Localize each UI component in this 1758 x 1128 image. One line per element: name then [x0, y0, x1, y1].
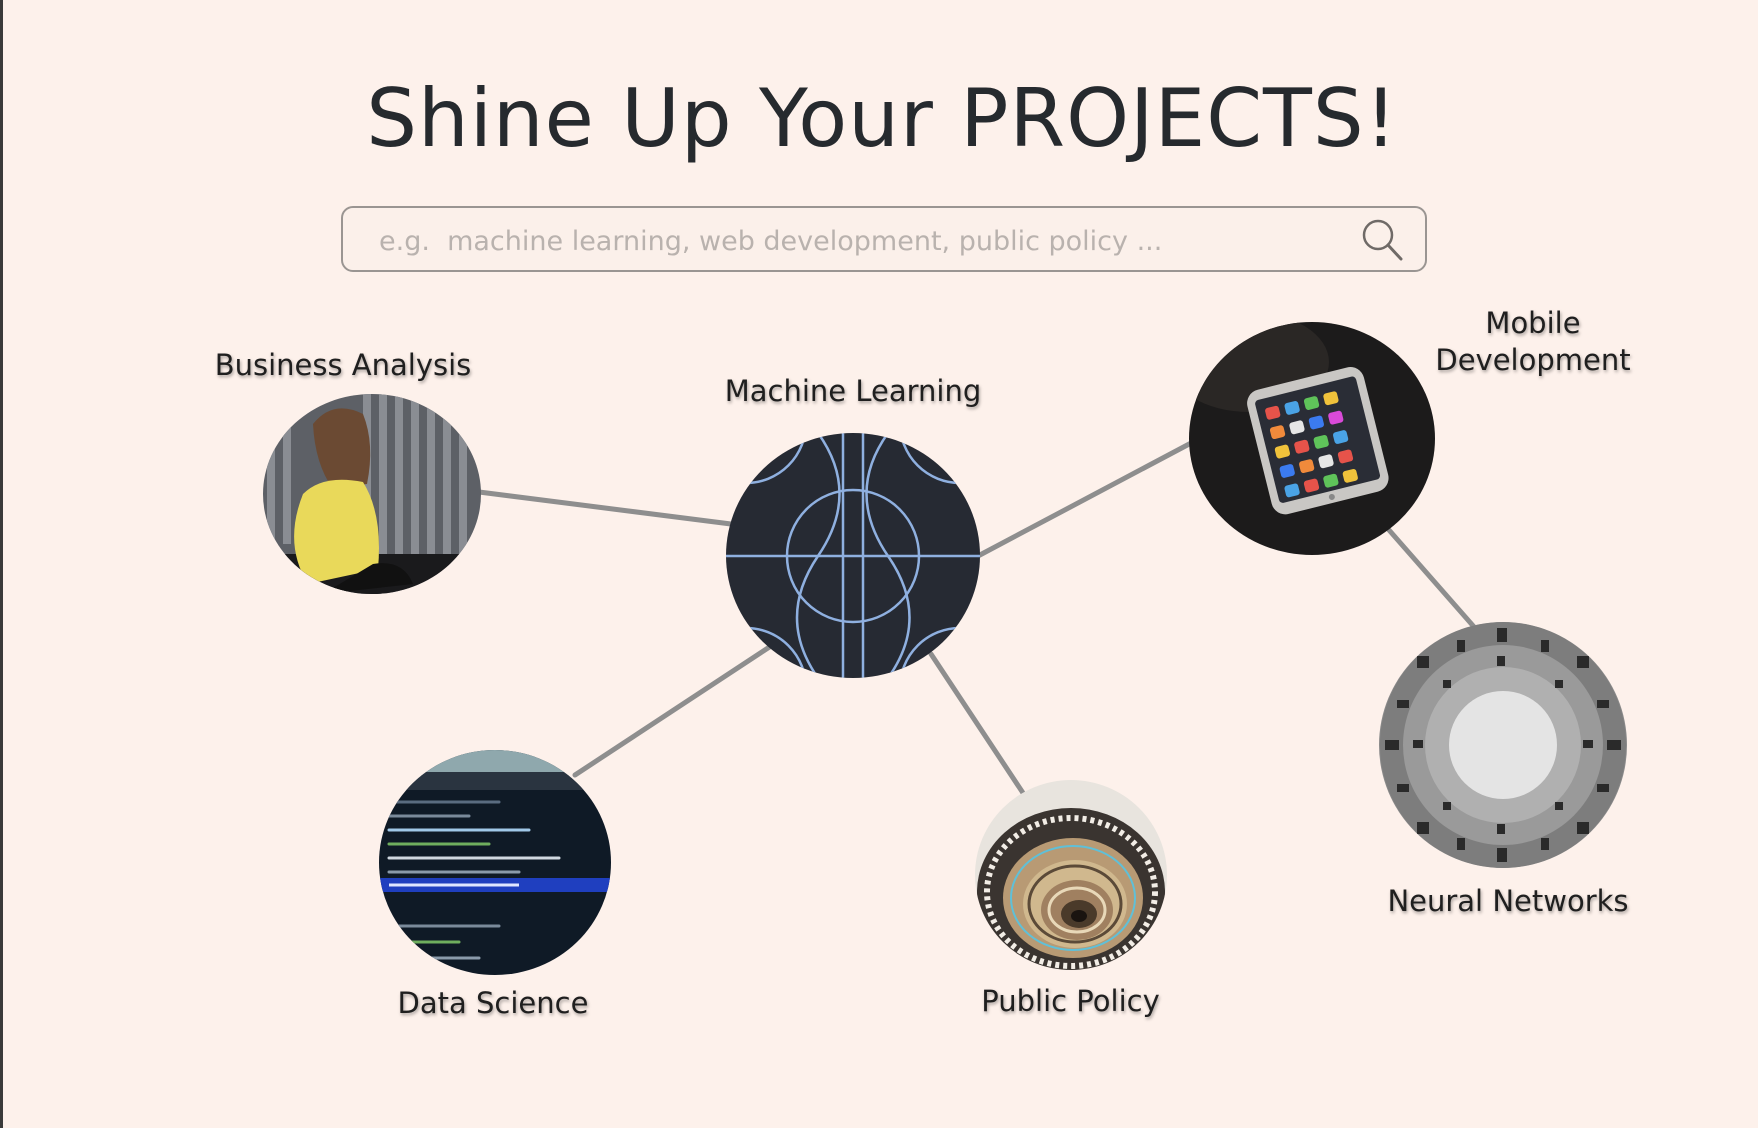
- machine-learning-node[interactable]: [726, 433, 980, 678]
- neural-networks-label[interactable]: Neural Networks: [1378, 883, 1638, 920]
- connector-mobile-development: [975, 439, 1196, 559]
- public-policy-node[interactable]: [975, 780, 1167, 970]
- connector-business-analysis: [476, 489, 734, 527]
- data-science-label[interactable]: Data Science: [373, 985, 613, 1022]
- mobile-development-label[interactable]: Mobile Development: [1423, 305, 1643, 379]
- connector-public-policy: [928, 651, 1028, 799]
- public-policy-label[interactable]: Public Policy: [953, 983, 1188, 1020]
- machine-learning-label[interactable]: Machine Learning: [703, 373, 1003, 410]
- mobile-development-label-line2: Development: [1435, 343, 1631, 377]
- mobile-development-node[interactable]: [1189, 322, 1435, 555]
- business-analysis-label[interactable]: Business Analysis: [208, 347, 478, 384]
- business-analysis-node[interactable]: [263, 394, 481, 594]
- page: Shine Up Your PROJECTS! Business Analysi…: [0, 0, 1758, 1128]
- business-analysis-image: [263, 394, 481, 594]
- data-science-image: [379, 750, 611, 975]
- mobile-development-image: [1189, 322, 1435, 555]
- mobile-development-label-line1: Mobile: [1485, 306, 1581, 340]
- neural-networks-image: [1379, 622, 1627, 868]
- connector-neural-networks: [1386, 527, 1478, 631]
- machine-learning-image: [726, 433, 980, 678]
- connector-data-science: [572, 643, 774, 778]
- data-science-node[interactable]: [379, 750, 611, 975]
- public-policy-image: [975, 780, 1167, 970]
- neural-networks-node[interactable]: [1379, 622, 1627, 868]
